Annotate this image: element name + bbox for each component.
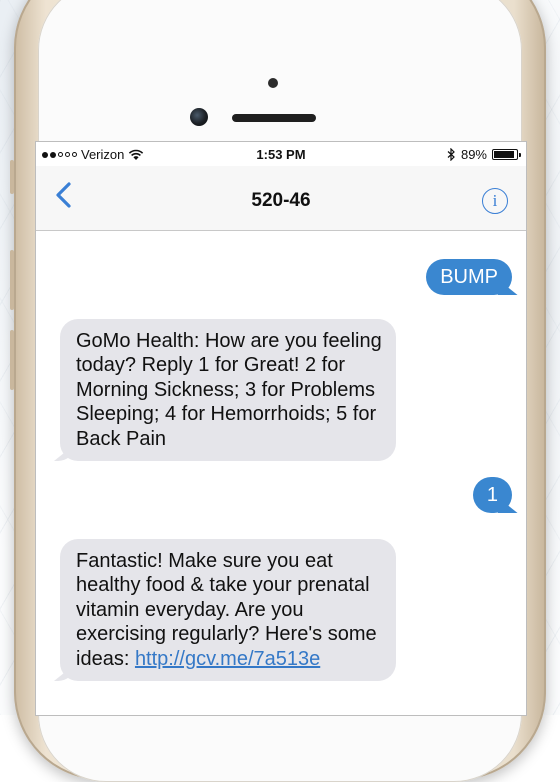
message-text: GoMo Health: How are you feeling today? …	[76, 330, 382, 450]
status-bar: Verizon 1:53 PM 89%	[36, 142, 526, 166]
status-right: 89%	[447, 147, 518, 162]
message-incoming[interactable]: Fantastic! Make sure you eat healthy foo…	[60, 539, 396, 681]
message-outgoing[interactable]: 1	[473, 477, 512, 513]
battery-icon	[492, 149, 518, 160]
message-list: BUMP GoMo Health: How are you feeling to…	[36, 231, 526, 715]
front-camera	[190, 108, 208, 126]
phone-screen: Verizon 1:53 PM 89% 520-46	[36, 142, 526, 715]
message-text: BUMP	[440, 266, 498, 288]
message-outgoing[interactable]: BUMP	[426, 259, 512, 295]
info-button[interactable]: i	[482, 188, 508, 214]
conversation-title: 520-46	[36, 190, 526, 212]
battery-fill	[494, 151, 514, 158]
message-text: 1	[487, 484, 498, 506]
volume-down-button	[10, 330, 14, 390]
battery-percent: 89%	[461, 147, 487, 162]
earpiece-speaker	[232, 114, 316, 122]
conversation-header: 520-46 i	[36, 166, 526, 231]
volume-up-button	[10, 250, 14, 310]
proximity-sensor	[268, 78, 278, 88]
info-icon: i	[493, 191, 498, 211]
message-link[interactable]: http://gcv.me/7a513e	[135, 648, 320, 670]
message-incoming[interactable]: GoMo Health: How are you feeling today? …	[60, 319, 396, 461]
mute-switch	[10, 160, 14, 194]
bluetooth-icon	[447, 148, 456, 161]
